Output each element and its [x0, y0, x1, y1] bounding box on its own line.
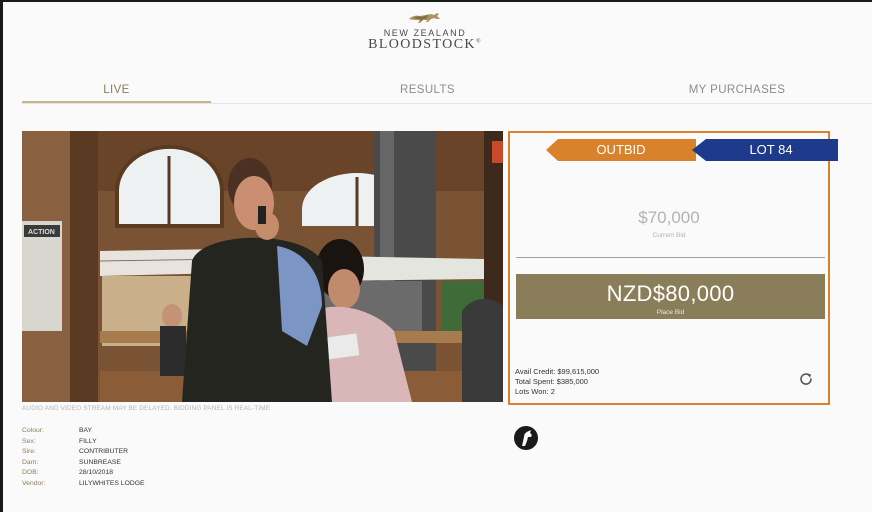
window-left-border: [0, 0, 3, 512]
tab-my-purchases[interactable]: MY PURCHASES: [622, 84, 852, 104]
lot-number-badge: LOT 84: [692, 139, 838, 161]
logo-title: BLOODSTOCK®: [368, 37, 482, 52]
current-bid-amount: $70,000: [638, 208, 700, 227]
detail-value: LILYWHITES LODGE: [79, 479, 145, 487]
detail-key: DOB:: [22, 469, 39, 476]
lots-won: Lots Won: 2: [515, 387, 555, 396]
place-bid-label: Place Bid: [656, 309, 685, 316]
live-video-stream[interactable]: ACTION: [22, 131, 503, 402]
detail-value: SUNBREASE: [79, 458, 121, 466]
detail-key: Colour:: [22, 427, 44, 434]
total-spent: Total Spent: $385,000: [515, 377, 588, 386]
tabs-divider: [22, 103, 872, 104]
refresh-icon[interactable]: [797, 370, 815, 388]
window-top-border: [0, 0, 872, 2]
detail-key: Sex:: [22, 437, 36, 445]
place-bid-button[interactable]: NZD$80,000 Place Bid: [516, 274, 825, 319]
horse-head-icon: [514, 426, 538, 450]
brand-logo[interactable]: NEW ZEALAND BLOODSTOCK®: [360, 10, 490, 60]
horse-logo-icon: [409, 13, 440, 23]
detail-value: CONTRIBUTER: [79, 448, 129, 455]
active-tab-indicator: [22, 101, 211, 103]
detail-value: BAY: [79, 427, 93, 434]
account-stats: Avail Credit: $99,615,000 Total Spent: $…: [515, 367, 599, 397]
detail-key: Vendor:: [22, 479, 46, 487]
detail-value: FILLY: [79, 437, 97, 445]
panel-divider: [516, 257, 825, 258]
video-sign-text: ACTION: [28, 229, 55, 236]
detail-key: Sire:: [22, 448, 36, 455]
bidding-panel: [508, 131, 830, 405]
stream-delay-note: AUDIO AND VIDEO STREAM MAY BE DELAYED. B…: [22, 405, 271, 412]
tab-results[interactable]: RESULTS: [322, 84, 533, 104]
outbid-status-badge: OUTBID: [546, 139, 696, 161]
video-frame-image: ACTION: [22, 131, 503, 402]
place-bid-amount: NZD$80,000: [606, 281, 735, 306]
detail-key: Dam:: [22, 458, 39, 466]
detail-value: 28/10/2018: [79, 469, 114, 476]
avail-credit: Avail Credit: $99,615,000: [515, 367, 600, 376]
current-bid-label: Current Bid: [652, 232, 686, 239]
